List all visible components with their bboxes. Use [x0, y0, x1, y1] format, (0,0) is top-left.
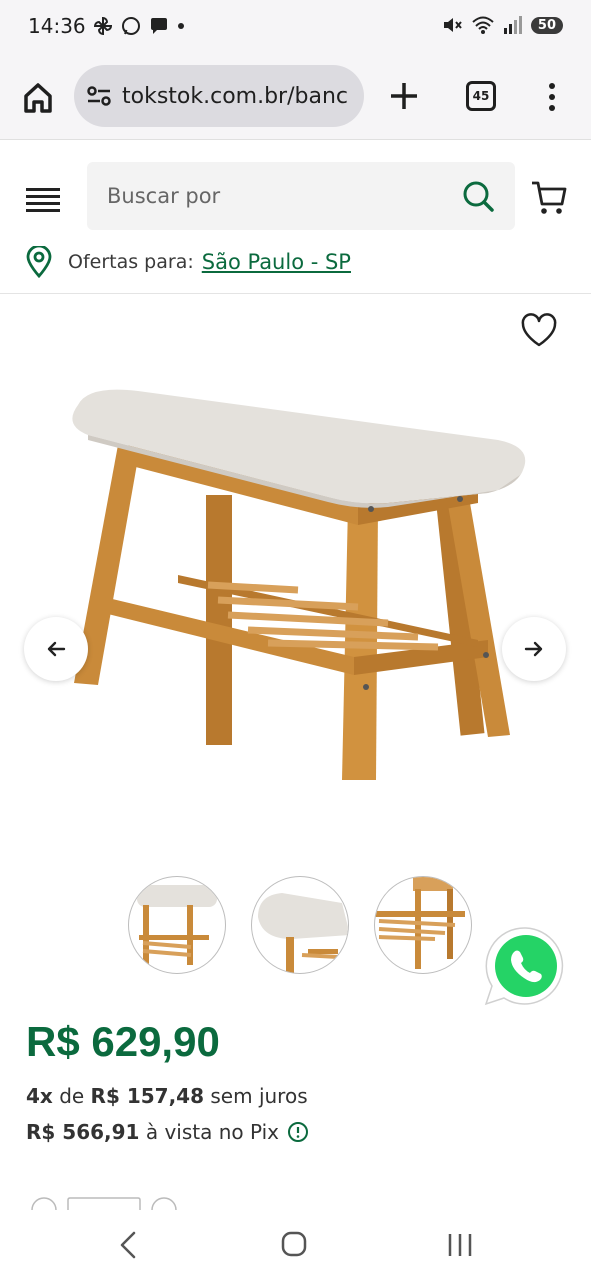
- product-gallery: [0, 295, 591, 855]
- location-link[interactable]: São Paulo - SP: [202, 250, 351, 274]
- address-bar[interactable]: tokstok.com.br/banc: [74, 65, 364, 127]
- dot-icon: [178, 23, 184, 29]
- location-pin-icon: [26, 246, 52, 278]
- thumbnail-1[interactable]: [128, 876, 226, 974]
- heart-icon[interactable]: [520, 313, 558, 349]
- thumbnail-strip: [128, 876, 472, 974]
- status-time: 14:36: [28, 14, 86, 38]
- home-nav-icon[interactable]: [280, 1230, 308, 1258]
- search-icon[interactable]: [461, 179, 495, 213]
- url-text: tokstok.com.br/banc: [122, 83, 348, 109]
- pinwheel-icon: [93, 16, 113, 36]
- system-nav-bar: [0, 1210, 591, 1280]
- info-icon[interactable]: [287, 1121, 309, 1143]
- product-image: [72, 389, 526, 780]
- battery-icon: 50: [530, 16, 563, 34]
- pix-price: R$ 566,91: [26, 1120, 140, 1144]
- gallery-next-button[interactable]: [502, 617, 566, 681]
- thumbnail-2[interactable]: [251, 876, 349, 974]
- wifi-icon: [472, 16, 494, 34]
- new-tab-icon[interactable]: [386, 78, 422, 114]
- location-row: Ofertas para: São Paulo - SP: [24, 246, 351, 278]
- home-icon[interactable]: [18, 78, 58, 118]
- site-header: Ofertas para: São Paulo - SP: [0, 140, 591, 294]
- arrow-left-icon: [47, 641, 66, 657]
- installments-value: R$ 157,48: [90, 1084, 205, 1108]
- whatsapp-chat-button[interactable]: [484, 924, 568, 1008]
- search-box: [87, 162, 515, 230]
- search-input[interactable]: [107, 162, 427, 230]
- more-options-icon[interactable]: [540, 80, 564, 114]
- installments-suffix: sem juros: [210, 1084, 308, 1108]
- signal-icon: [503, 16, 522, 34]
- location-label: Ofertas para:: [68, 251, 194, 273]
- thumbnail-3[interactable]: [374, 876, 472, 974]
- quantity-stepper[interactable]: [30, 1196, 190, 1210]
- arrow-right-icon: [524, 641, 543, 657]
- pix-suffix: à vista no Pix: [145, 1120, 279, 1144]
- status-bar: 14:36 50: [0, 0, 591, 56]
- recents-icon[interactable]: [446, 1232, 474, 1258]
- tab-switcher-button[interactable]: 45: [466, 81, 496, 111]
- browser-toolbar: tokstok.com.br/banc 45: [0, 56, 591, 140]
- whatsapp-icon: [122, 17, 140, 35]
- mute-icon: [443, 18, 462, 32]
- installments-count: 4x: [26, 1084, 53, 1108]
- notification-icons: [92, 15, 186, 37]
- cart-icon[interactable]: [530, 178, 568, 216]
- chat-icon: [151, 18, 167, 34]
- hamburger-menu-icon[interactable]: [26, 186, 60, 212]
- site-settings-icon[interactable]: [86, 85, 112, 107]
- installments-de: de: [59, 1084, 85, 1108]
- pix-price-info: R$ 566,91 à vista no Pix: [26, 1120, 309, 1144]
- gallery-prev-button[interactable]: [24, 617, 88, 681]
- back-icon[interactable]: [116, 1230, 140, 1260]
- product-price: R$ 629,90: [26, 1018, 220, 1065]
- system-icons: 50: [441, 14, 563, 36]
- installments-info: 4x de R$ 157,48 sem juros: [26, 1084, 308, 1108]
